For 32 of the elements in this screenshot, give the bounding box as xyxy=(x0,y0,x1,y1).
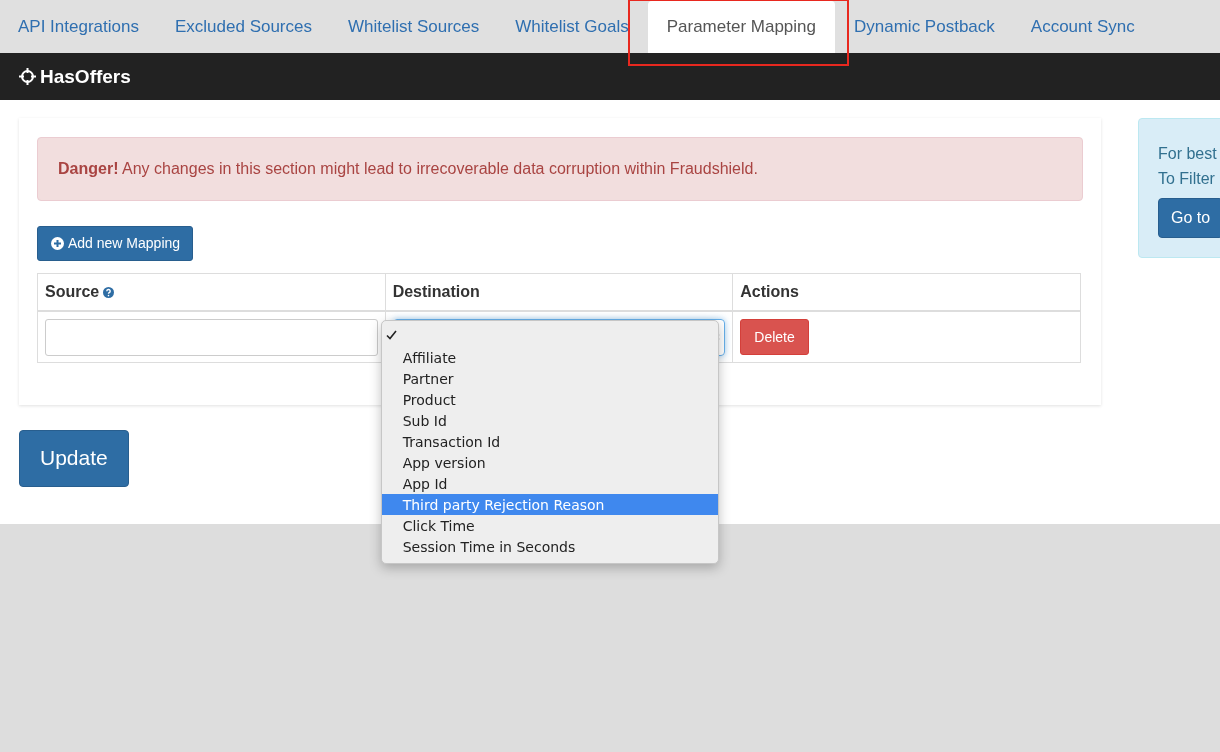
dropdown-option[interactable]: Affiliate xyxy=(381,347,718,368)
go-to-button[interactable]: Go to xyxy=(1158,198,1220,238)
source-input[interactable] xyxy=(45,318,378,356)
plus-icon xyxy=(51,236,64,250)
dropdown-option[interactable]: Transaction Id xyxy=(381,431,718,452)
column-header: Actions xyxy=(732,273,1081,311)
column-title: Source xyxy=(45,283,100,301)
brand-name: HasOffers xyxy=(40,65,131,88)
dropdown-option[interactable]: Session Time in Seconds xyxy=(381,536,718,557)
tab[interactable]: API Integrations xyxy=(1,1,156,53)
info-text: For best xyxy=(1158,144,1218,164)
tab[interactable]: Parameter Mapping xyxy=(647,1,835,53)
column-header: Destination xyxy=(385,273,733,311)
update-button[interactable]: Update xyxy=(19,430,129,487)
info-text: To Filter xyxy=(1158,169,1216,189)
tab[interactable]: Account Sync xyxy=(1013,1,1152,53)
crosshair-icon xyxy=(19,68,36,85)
danger-alert: Danger! Any changes in this section might lead to irrecoverable data corruption within Fraudshield. xyxy=(37,137,1083,201)
tab[interactable]: Dynamic Postback xyxy=(837,1,1012,53)
dropdown-option[interactable]: Third party Rejection Reason xyxy=(381,494,718,515)
dropdown-option[interactable]: Sub Id xyxy=(381,410,718,431)
tab[interactable]: Whitelist Goals xyxy=(498,1,646,53)
tab[interactable]: Excluded Sources xyxy=(157,1,329,53)
dropdown-option[interactable]: Click Time xyxy=(381,515,718,536)
add-mapping-button[interactable]: Add new Mapping xyxy=(37,226,194,261)
dropdown-option[interactable]: Partner xyxy=(381,368,718,389)
dropdown-option[interactable]: Product xyxy=(381,389,718,410)
help-icon xyxy=(103,286,115,298)
dropdown-option[interactable]: App version xyxy=(381,452,718,473)
delete-button[interactable]: Delete xyxy=(740,319,809,355)
dropdown-option[interactable]: App Id xyxy=(381,473,718,494)
tab[interactable]: Whitelist Sources xyxy=(331,1,497,53)
